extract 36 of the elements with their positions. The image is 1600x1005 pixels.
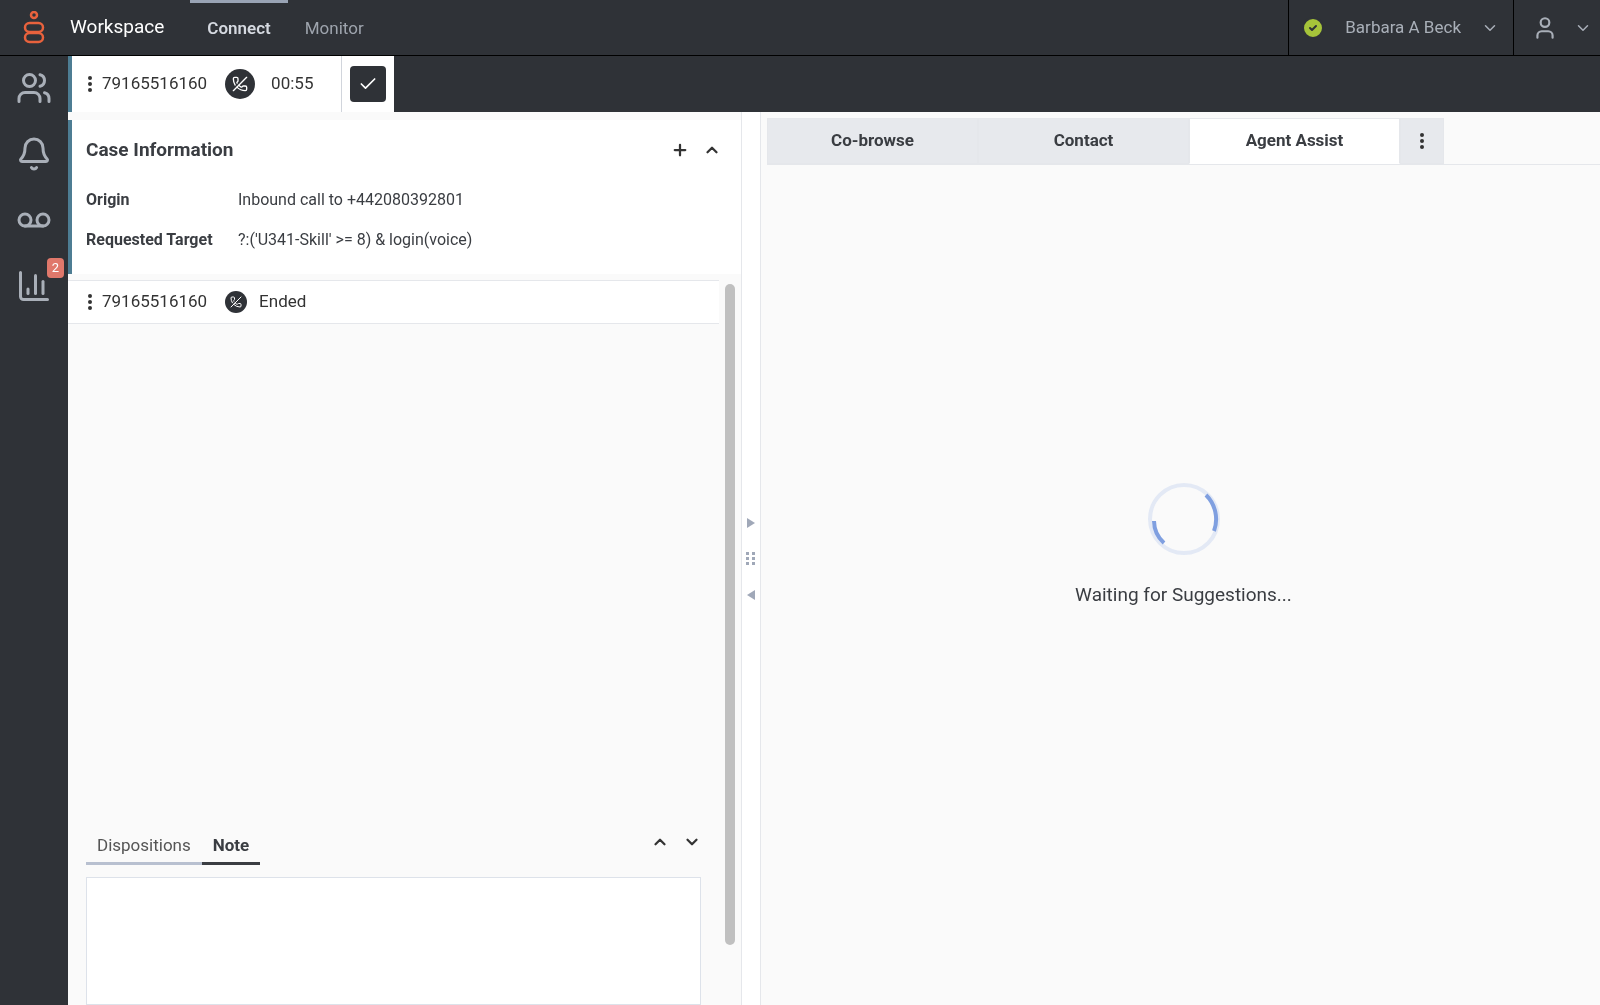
call-status: Ended	[259, 290, 307, 314]
more-icon	[1420, 133, 1424, 149]
notification-badge: 2	[46, 258, 64, 278]
menu-icon[interactable]	[88, 294, 92, 310]
interaction-tab[interactable]: 79165516160 00:55	[68, 56, 341, 112]
field-value: ?:('U341-Skill' >= 8) & login(voice)	[238, 229, 473, 251]
panel-title: Case Information	[86, 136, 234, 163]
stats-icon[interactable]	[16, 268, 52, 304]
phone-number: 79165516160	[102, 72, 208, 96]
call-row[interactable]: 79165516160 Ended	[68, 280, 719, 324]
loading-spinner-icon	[1145, 480, 1222, 557]
nav-tab[interactable]: Monitor	[287, 0, 381, 55]
field-label: Requested Target	[86, 229, 214, 251]
panel-tab[interactable]: Agent Assist	[1189, 118, 1400, 164]
logo-icon	[22, 10, 46, 45]
field-label: Origin	[86, 189, 131, 211]
add-icon[interactable]	[671, 141, 689, 159]
bottom-tab[interactable]: Note	[201, 832, 261, 865]
agent-name[interactable]: Barbara A Beck	[1345, 14, 1461, 41]
call-ended-icon	[225, 291, 248, 313]
scrollbar[interactable]	[725, 284, 735, 945]
drag-handle-icon[interactable]	[746, 551, 756, 566]
panel-tab[interactable]: Co-browse	[767, 118, 978, 164]
waiting-message: Waiting for Suggestions...	[1075, 581, 1292, 608]
phone-number: 79165516160	[102, 290, 208, 314]
menu-icon[interactable]	[88, 76, 92, 92]
field-value: Inbound call to +442080392801	[238, 189, 464, 211]
panel-tab[interactable]: Contact	[978, 118, 1189, 164]
note-field[interactable]	[86, 877, 701, 1005]
app-title: Workspace	[70, 14, 165, 41]
done-button[interactable]	[350, 66, 386, 102]
team-icon[interactable]	[16, 70, 52, 106]
bell-icon[interactable]	[16, 136, 52, 172]
bottom-tab[interactable]: Dispositions	[86, 832, 202, 865]
call-timer: 00:55	[271, 72, 314, 96]
call-ended-icon	[225, 69, 256, 99]
